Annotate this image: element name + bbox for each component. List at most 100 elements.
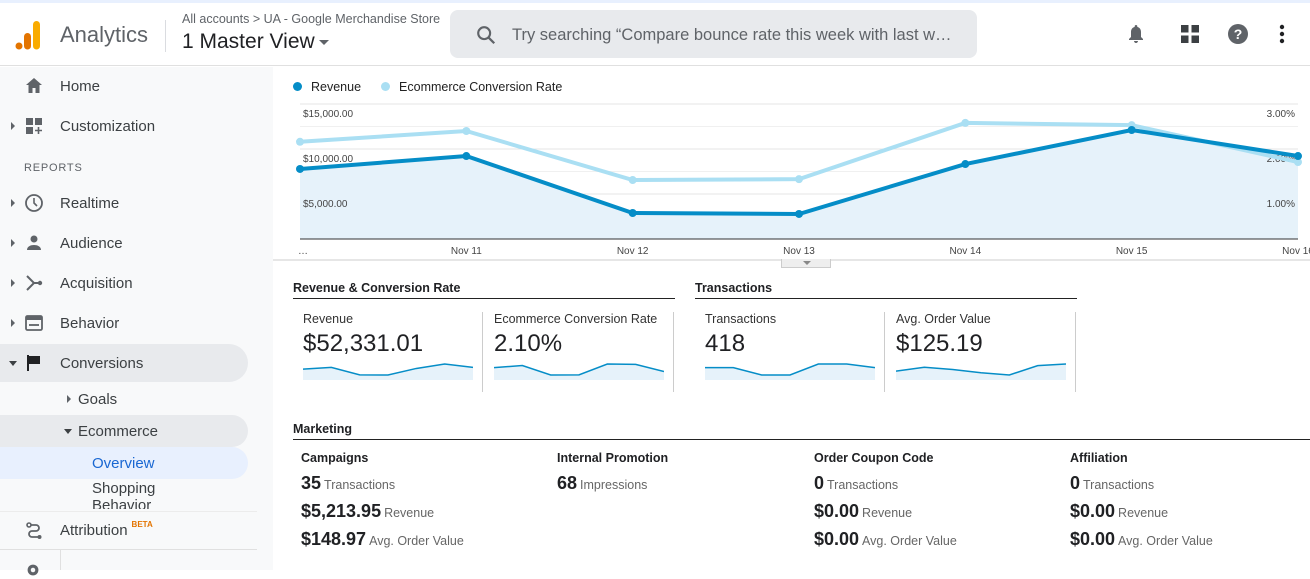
product-name: Analytics bbox=[60, 22, 149, 47]
sidebar-item-acquisition[interactable]: Acquisition bbox=[0, 264, 248, 302]
marketing-col-title: Campaigns bbox=[301, 451, 369, 465]
breadcrumb[interactable]: All accounts > UA - Google Merchandise S… bbox=[182, 12, 440, 26]
web-window-icon bbox=[25, 315, 43, 331]
sidebar-footer-divider bbox=[0, 549, 257, 550]
search-input[interactable] bbox=[512, 22, 967, 48]
analytics-logo-icon[interactable] bbox=[14, 19, 42, 51]
settings-gear-icon[interactable] bbox=[24, 561, 42, 579]
sidebar-item-label: Attribution BETA bbox=[60, 520, 153, 539]
expand-arrow-icon bbox=[11, 239, 15, 247]
sparkline bbox=[705, 363, 875, 380]
metric-value: $52,331.01 bbox=[303, 330, 424, 357]
sidebar-item-behavior[interactable]: Behavior bbox=[0, 304, 248, 342]
view-selector[interactable]: 1 Master View bbox=[182, 30, 329, 54]
bell-icon[interactable] bbox=[1124, 22, 1148, 46]
marketing-label: Avg. Order Value bbox=[1118, 534, 1213, 548]
expand-arrow-icon bbox=[67, 395, 71, 403]
metric-tile-avg-order-value[interactable]: Avg. Order Value $125.19 bbox=[886, 312, 1076, 392]
x-tick-label: … bbox=[298, 246, 308, 257]
legend-dot bbox=[293, 82, 302, 91]
conversion-rate-point bbox=[795, 175, 803, 184]
marketing-label: Revenue bbox=[384, 506, 435, 520]
sparkline bbox=[494, 363, 664, 380]
metric-value: 2.10% bbox=[494, 330, 563, 357]
sidebar-item-attribution[interactable]: Attribution BETA bbox=[0, 511, 257, 549]
header-divider bbox=[165, 20, 166, 52]
metric-label: Transactions bbox=[705, 312, 777, 326]
sparkline-area bbox=[896, 364, 1066, 380]
metric-tile-conversion-rate[interactable]: Ecommerce Conversion Rate 2.10% bbox=[484, 312, 674, 392]
sidebar-item-label: Home bbox=[60, 77, 101, 95]
metric-tile-revenue[interactable]: Revenue $52,331.01 bbox=[293, 312, 483, 392]
chart-legend: Revenue Ecommerce Conversion Rate bbox=[293, 80, 562, 94]
sidebar-item-conversions[interactable]: Conversions bbox=[0, 344, 248, 382]
sidebar-item-ecommerce[interactable]: Ecommerce bbox=[0, 415, 248, 447]
marketing-order-coupon-code[interactable]: Order Coupon Code 0 Transactions $0.00 Rev… bbox=[814, 451, 1064, 557]
sidebar-item-label: Behavior bbox=[60, 314, 120, 332]
metric-value: $125.19 bbox=[896, 330, 983, 357]
sparkline-area bbox=[705, 364, 875, 380]
marketing-row: 68 Impressions bbox=[557, 473, 807, 501]
x-tick-label: Nov 16 bbox=[1282, 246, 1310, 257]
marketing-value: $0.00 bbox=[1070, 501, 1116, 521]
sidebar-item-goals[interactable]: Goals bbox=[0, 382, 248, 416]
sidebar-item-realtime[interactable]: Realtime bbox=[0, 184, 248, 222]
sidebar-item-home[interactable]: Home bbox=[0, 67, 248, 105]
sparkline bbox=[303, 363, 473, 380]
marketing-internal-promotion[interactable]: Internal Promotion 68 Impressions bbox=[557, 451, 807, 501]
legend-item-revenue[interactable]: Revenue bbox=[293, 80, 361, 94]
sidebar-item-customization[interactable]: Customization bbox=[0, 107, 248, 145]
revenue-point bbox=[1294, 152, 1302, 161]
x-tick-label: Nov 12 bbox=[617, 246, 649, 257]
group-title-transactions: Transactions bbox=[695, 281, 1077, 299]
marketing-affiliation[interactable]: Affiliation 0 Transactions $0.00 Revenue $… bbox=[1070, 451, 1310, 557]
marketing-label: Transactions bbox=[1083, 478, 1155, 492]
marketing-col-title: Affiliation bbox=[1070, 451, 1128, 465]
more-vert-icon[interactable] bbox=[1270, 22, 1294, 46]
revenue-point bbox=[296, 164, 304, 173]
search-box[interactable] bbox=[450, 10, 977, 58]
apps-grid-icon[interactable] bbox=[1178, 22, 1202, 46]
sidebar-item-overview[interactable]: Overview bbox=[0, 447, 248, 479]
conversion-rate-point bbox=[628, 176, 637, 185]
metric-value: 418 bbox=[705, 330, 746, 357]
marketing-label: Avg. Order Value bbox=[369, 534, 464, 548]
line-chart[interactable]: $5,000.00$10,000.00$15,000.001.00%2.00%3… bbox=[273, 97, 1310, 262]
svg-text:?: ? bbox=[1234, 26, 1243, 42]
marketing-campaigns[interactable]: Campaigns 35 Transactions $5,213.95 Revenu… bbox=[301, 451, 551, 557]
home-icon bbox=[26, 78, 42, 93]
y-tick-left: $5,000.00 bbox=[303, 199, 348, 210]
sidebar-footer-vline bbox=[60, 550, 61, 570]
revenue-point bbox=[795, 209, 803, 218]
marketing-value: 35 bbox=[301, 473, 322, 493]
sidebar-item-audience[interactable]: Audience bbox=[0, 224, 248, 262]
legend-dot bbox=[381, 82, 391, 91]
y-tick-right: 1.00% bbox=[1267, 199, 1295, 210]
attribution-label: Attribution bbox=[60, 522, 128, 539]
x-tick-label: Nov 13 bbox=[783, 246, 815, 257]
merge-arrows-icon bbox=[26, 275, 43, 291]
view-name: 1 Master View bbox=[182, 30, 315, 53]
x-tick-label: Nov 14 bbox=[949, 246, 981, 257]
app-header: Analytics All accounts > UA - Google Mer… bbox=[0, 3, 1310, 66]
search-icon bbox=[477, 26, 496, 45]
expand-arrow-icon bbox=[11, 279, 15, 287]
metric-label: Avg. Order Value bbox=[896, 312, 991, 326]
sparkline-area bbox=[303, 364, 473, 380]
conversion-rate-point bbox=[462, 127, 471, 135]
help-icon[interactable]: ? bbox=[1226, 22, 1250, 46]
metric-tile-transactions[interactable]: Transactions 418 bbox=[695, 312, 885, 392]
legend-label: Revenue bbox=[311, 80, 362, 94]
marketing-label: Revenue bbox=[1118, 506, 1169, 520]
legend-item-conversion-rate[interactable]: Ecommerce Conversion Rate bbox=[381, 80, 562, 94]
marketing-row: $5,213.95 Revenue bbox=[301, 501, 551, 529]
sidebar-item-shopping-behavior[interactable]: Shopping Behavior bbox=[0, 479, 248, 509]
chart-collapse-handle[interactable] bbox=[781, 259, 831, 268]
marketing-label: Transactions bbox=[324, 478, 396, 492]
metric-label: Revenue bbox=[303, 312, 354, 326]
marketing-row: $0.00 Avg. Order Value bbox=[1070, 529, 1310, 557]
marketing-label: Revenue bbox=[862, 506, 913, 520]
sidebar-item-label: Overview bbox=[92, 454, 155, 472]
marketing-label: Transactions bbox=[827, 478, 899, 492]
sidebar-item-label: Acquisition bbox=[60, 274, 133, 292]
